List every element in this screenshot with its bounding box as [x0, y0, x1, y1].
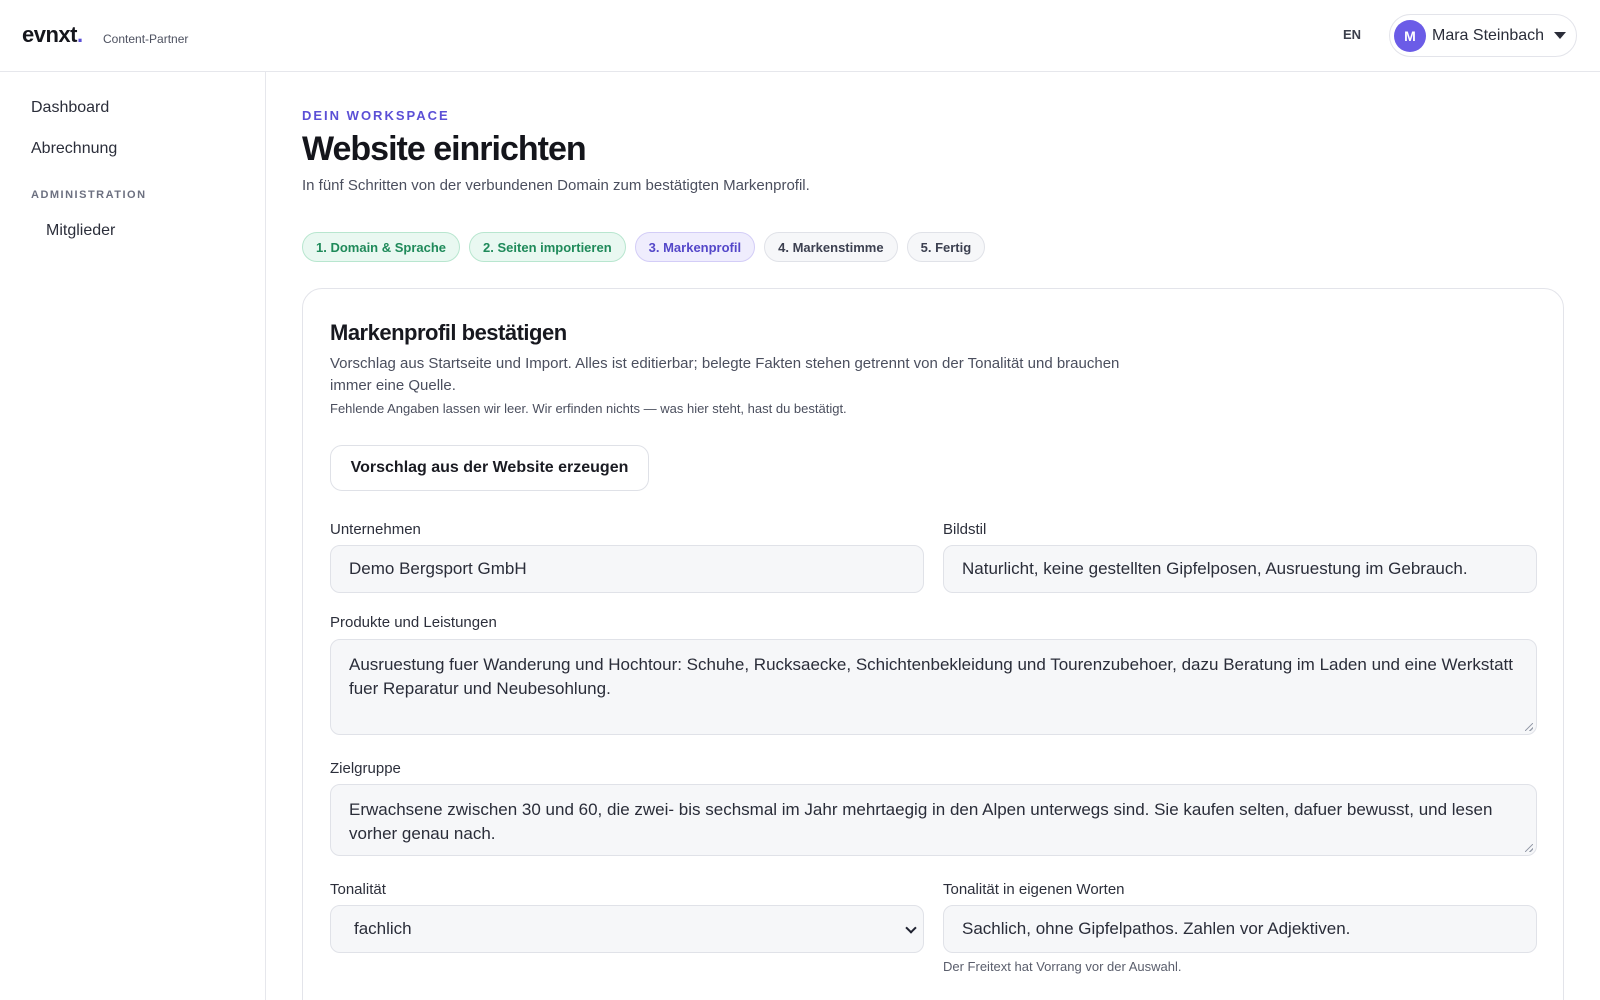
- sidebar-item-mitglieder[interactable]: Mitglieder: [46, 222, 115, 240]
- audience-textarea[interactable]: Erwachsene zwischen 30 und 60, die zwei-…: [330, 784, 1537, 856]
- logo-dot: .: [76, 22, 83, 47]
- products-text: Ausruestung fuer Wanderung und Hochtour:…: [349, 655, 1513, 698]
- sidebar-item-abrechnung[interactable]: Abrechnung: [31, 140, 117, 158]
- sidebar: Dashboard Abrechnung ADMINISTRATION Mitg…: [0, 72, 266, 1000]
- chevron-down-icon: [905, 922, 917, 934]
- step-markenprofil[interactable]: 3. Markenprofil: [634, 232, 756, 262]
- card-title: Markenprofil bestätigen: [330, 320, 567, 345]
- company-input[interactable]: Demo Bergsport GmbH: [330, 545, 924, 593]
- logo-subtitle: Content-Partner: [103, 32, 189, 46]
- resize-handle-icon[interactable]: [1525, 844, 1533, 852]
- tone-selected-value: fachlich: [354, 919, 412, 938]
- caret-down-icon: [1554, 32, 1567, 39]
- image-style-input[interactable]: Naturlicht, keine gestellten Gipfelposen…: [943, 545, 1537, 593]
- language-switch[interactable]: EN: [1343, 27, 1361, 42]
- tone-select[interactable]: fachlich: [330, 905, 924, 953]
- step-markenstimme[interactable]: 4. Markenstimme: [764, 232, 898, 262]
- image-style-label: Bildstil: [943, 521, 987, 538]
- audience-text: Erwachsene zwischen 30 und 60, die zwei-…: [349, 800, 1493, 843]
- step-fertig[interactable]: 5. Fertig: [906, 232, 986, 262]
- logo-text: evnxt: [22, 22, 77, 47]
- top-bar: evnxt. Content-Partner EN M Mara Steinba…: [0, 0, 1600, 72]
- products-textarea[interactable]: Ausruestung fuer Wanderung und Hochtour:…: [330, 639, 1537, 735]
- tone-free-hint: Der Freitext hat Vorrang vor der Auswahl…: [943, 959, 1182, 974]
- sidebar-item-dashboard[interactable]: Dashboard: [31, 99, 109, 117]
- tone-free-input[interactable]: Sachlich, ohne Gipfelpathos. Zahlen vor …: [943, 905, 1537, 953]
- card-note: Fehlende Angaben lassen wir leer. Wir er…: [330, 401, 847, 416]
- avatar: M: [1394, 19, 1426, 52]
- tone-free-label: Tonalität in eigenen Worten: [943, 881, 1125, 898]
- card-description: Vorschlag aus Startseite und Import. All…: [330, 355, 1120, 394]
- page-eyebrow: DEIN WORKSPACE: [302, 108, 450, 123]
- generate-suggestion-button[interactable]: Vorschlag aus der Website erzeugen: [330, 445, 649, 491]
- resize-handle-icon[interactable]: [1525, 723, 1533, 731]
- page-subtitle: In fünf Schritten von der verbundenen Do…: [302, 177, 810, 194]
- user-name: Mara Steinbach: [1432, 26, 1545, 44]
- company-label: Unternehmen: [330, 521, 421, 538]
- stepper: 1. Domain & Sprache 2. Seiten importiere…: [302, 232, 986, 262]
- step-seiten-importieren[interactable]: 2. Seiten importieren: [469, 232, 626, 262]
- logo[interactable]: evnxt.: [22, 22, 83, 48]
- page-title: Website einrichten: [302, 130, 587, 168]
- products-label: Produkte und Leistungen: [330, 614, 497, 631]
- tone-label: Tonalität: [330, 881, 386, 898]
- sidebar-section-administration: ADMINISTRATION: [31, 189, 147, 201]
- brand-profile-card: Markenprofil bestätigen Vorschlag aus St…: [302, 288, 1564, 1000]
- user-menu[interactable]: M Mara Steinbach: [1389, 14, 1577, 57]
- step-domain-sprache[interactable]: 1. Domain & Sprache: [302, 232, 461, 262]
- audience-label: Zielgruppe: [330, 760, 401, 777]
